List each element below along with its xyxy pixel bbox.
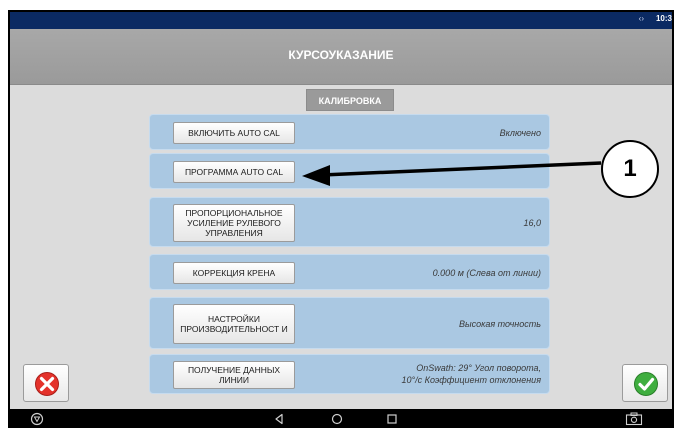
figure-frame: ‹› 10:3 КУРСОУКАЗАНИЕ КАЛИБРОВКА ВКЛЮЧИТ… [0, 0, 679, 434]
callout-arrow [302, 161, 602, 186]
callout-number: 1 [601, 140, 659, 198]
